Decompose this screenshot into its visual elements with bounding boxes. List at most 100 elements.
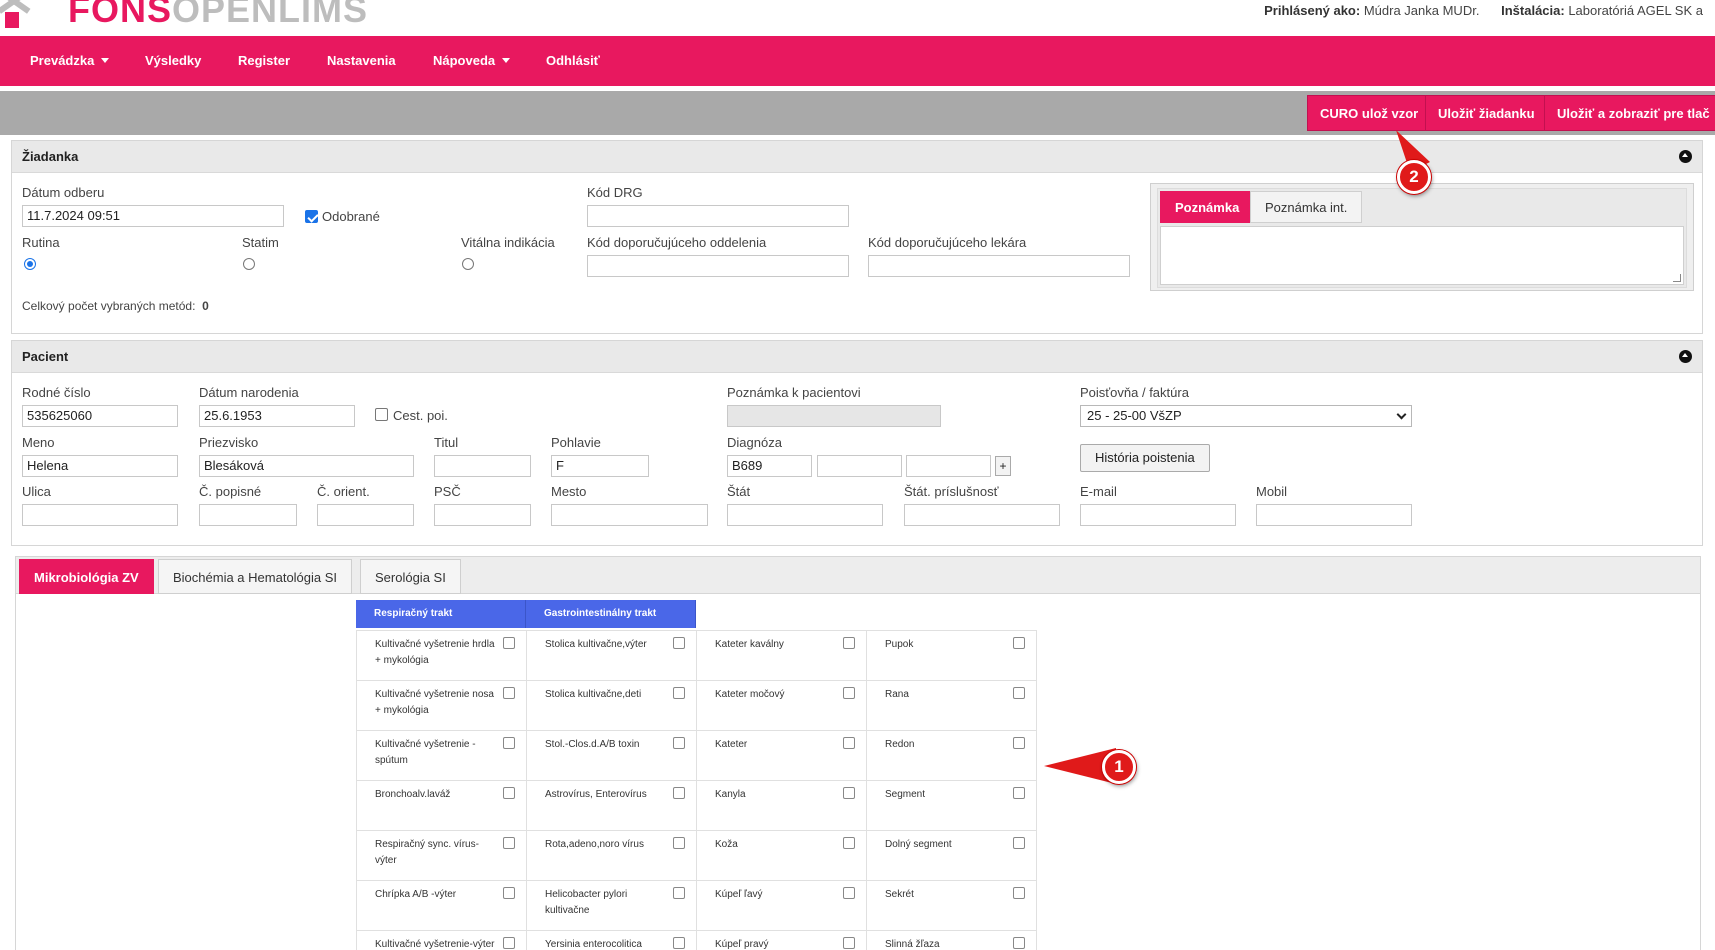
method-label: Bronchoalv.laváž <box>375 789 451 800</box>
method-checkbox[interactable] <box>673 887 685 899</box>
drg-code-input[interactable] <box>587 205 849 227</box>
street-input[interactable] <box>22 504 178 526</box>
nav-register[interactable]: Register <box>238 36 290 86</box>
method-checkbox[interactable] <box>843 937 855 949</box>
method-checkbox[interactable] <box>503 737 515 749</box>
panel-title: Pacient <box>22 349 69 364</box>
first-name-input[interactable]: Helena <box>22 455 178 477</box>
method-label: Slinná žľaza <box>885 939 940 950</box>
method-label: Kateter kaválny <box>715 639 784 650</box>
city-input[interactable] <box>551 504 708 526</box>
house-number-label: Č. popisné <box>199 484 262 499</box>
method-checkbox[interactable] <box>1013 837 1025 849</box>
nav-vysledky[interactable]: Výsledky <box>145 36 201 86</box>
method-checkbox[interactable] <box>843 687 855 699</box>
house-number-input[interactable] <box>199 504 297 526</box>
tab-mikrobiologia[interactable]: Mikrobiológia ZV <box>19 559 154 594</box>
caret-down-icon <box>101 58 110 63</box>
method-checkbox[interactable] <box>673 837 685 849</box>
method-checkbox[interactable] <box>673 737 685 749</box>
method-checkbox[interactable] <box>673 787 685 799</box>
method-checkbox[interactable] <box>843 887 855 899</box>
nav-odhlasit[interactable]: Odhlásiť <box>546 36 600 86</box>
method-cell: Astrovírus, Enterovírus <box>527 781 697 831</box>
note-textarea[interactable] <box>1160 226 1684 285</box>
panel-title: Žiadanka <box>22 149 79 164</box>
method-label: Kúpeľ ľavý <box>715 889 763 900</box>
diagnosis-input-2[interactable] <box>817 455 902 477</box>
birth-number-label: Rodné číslo <box>22 385 91 400</box>
collapse-icon[interactable] <box>1679 150 1692 163</box>
method-checkbox[interactable] <box>503 937 515 949</box>
method-checkbox[interactable] <box>503 787 515 799</box>
method-checkbox[interactable] <box>843 637 855 649</box>
method-checkbox[interactable] <box>673 687 685 699</box>
tab-note-internal[interactable]: Poznámka int. <box>1250 191 1363 223</box>
method-label: Kultivačné vyšetrenie-výter <box>375 939 495 950</box>
state-input[interactable] <box>727 504 883 526</box>
citizenship-input[interactable] <box>904 504 1060 526</box>
orient-number-input[interactable] <box>317 504 414 526</box>
tab-serologia[interactable]: Serológia SI <box>360 559 461 594</box>
tab-note[interactable]: Poznámka <box>1160 191 1255 223</box>
method-checkbox[interactable] <box>1013 937 1025 949</box>
method-cell: Chrípka A/B -výter <box>357 881 527 931</box>
nav-nastavenia[interactable]: Nastavenia <box>327 36 396 86</box>
method-checkbox[interactable] <box>503 887 515 899</box>
method-checkbox[interactable] <box>1013 737 1025 749</box>
resize-handle-icon[interactable] <box>1673 274 1681 282</box>
birth-date-input[interactable]: 25.6.1953 <box>199 405 355 427</box>
mobile-input[interactable] <box>1256 504 1412 526</box>
method-checkbox[interactable] <box>1013 687 1025 699</box>
method-checkbox[interactable] <box>1013 637 1025 649</box>
collection-date-input[interactable]: 11.7.2024 09:51 <box>22 205 284 227</box>
method-label: Dolný segment <box>885 839 952 850</box>
zip-input[interactable] <box>434 504 531 526</box>
foreign-insured-checkbox[interactable] <box>375 408 388 421</box>
doctor-code-input[interactable] <box>868 255 1130 277</box>
dept-code-label: Kód doporučujúceho oddelenia <box>587 235 767 250</box>
routine-radio[interactable] <box>24 258 36 270</box>
method-cell: Stolica kultivačne,výter <box>527 631 697 681</box>
method-checkbox[interactable] <box>843 837 855 849</box>
method-checkbox[interactable] <box>1013 887 1025 899</box>
method-cell: Kateter <box>697 731 867 781</box>
method-checkbox[interactable] <box>843 737 855 749</box>
nav-napoveda[interactable]: Nápoveda <box>433 36 511 86</box>
collapse-icon[interactable] <box>1679 350 1692 363</box>
save-print-button[interactable]: Uložiť a zobraziť pre tlač <box>1544 95 1715 131</box>
city-label: Mesto <box>551 484 587 499</box>
method-checkbox[interactable] <box>503 687 515 699</box>
mobile-label: Mobil <box>1256 484 1288 499</box>
method-checkbox[interactable] <box>503 837 515 849</box>
title-label: Titul <box>434 435 459 450</box>
insurance-select[interactable]: 25 - 25-00 VšZP <box>1080 405 1412 427</box>
birth-number-input[interactable]: 535625060 <box>22 405 178 427</box>
title-input[interactable] <box>434 455 531 477</box>
collected-checkbox[interactable] <box>305 210 318 223</box>
method-checkbox[interactable] <box>673 637 685 649</box>
method-label: Stol.-Clos.d.A/B toxin <box>545 739 640 750</box>
add-diagnosis-button[interactable]: + <box>995 456 1011 476</box>
curo-save-template-button[interactable]: CURO ulož vzor <box>1307 95 1432 131</box>
save-request-button[interactable]: Uložiť žiadanku <box>1425 95 1548 131</box>
method-cell: Kultivačné vyšetrenie-výter <box>357 931 527 950</box>
method-checkbox[interactable] <box>843 787 855 799</box>
method-label: Pupok <box>885 639 914 650</box>
dept-code-input[interactable] <box>587 255 849 277</box>
last-name-input[interactable]: Blesáková <box>199 455 414 477</box>
sex-input[interactable]: F <box>551 455 649 477</box>
tab-biochemia[interactable]: Biochémia a Hematológia SI <box>158 559 353 594</box>
diagnosis-input-3[interactable] <box>906 455 991 477</box>
method-checkbox[interactable] <box>1013 787 1025 799</box>
method-label: Kateter močový <box>715 689 785 700</box>
nav-prevadzka[interactable]: Prevádzka <box>30 36 110 86</box>
diagnosis-input-1[interactable]: B689 <box>727 455 812 477</box>
insurance-history-button[interactable]: História poistenia <box>1080 444 1210 472</box>
email-input[interactable] <box>1080 504 1236 526</box>
statim-radio[interactable] <box>243 258 255 270</box>
method-label: Sekrét <box>885 889 914 900</box>
vital-indication-radio[interactable] <box>462 258 474 270</box>
method-checkbox[interactable] <box>673 937 685 949</box>
method-checkbox[interactable] <box>503 637 515 649</box>
